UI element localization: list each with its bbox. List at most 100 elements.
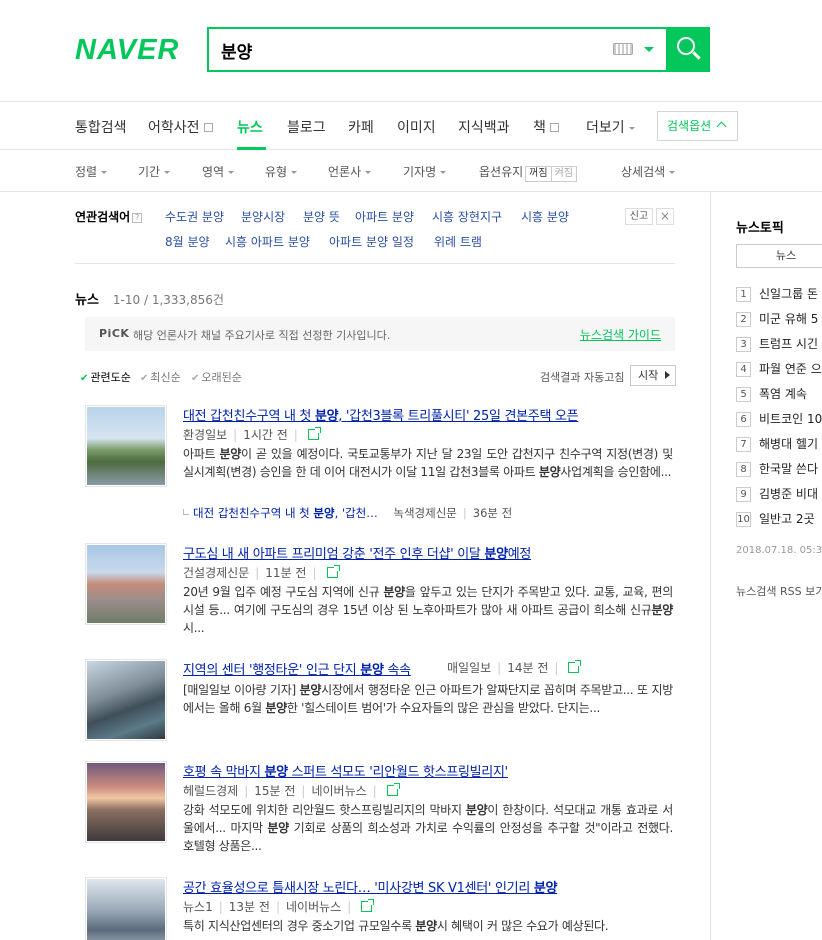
naver-logo[interactable]: NAVER xyxy=(75,34,179,67)
thumbnail-image xyxy=(87,545,165,623)
related-term[interactable]: 아파트 분양 xyxy=(355,208,414,225)
tab-cafe[interactable]: 카페 xyxy=(348,117,374,137)
toggle-on[interactable]: 켜짐 xyxy=(550,166,577,182)
related-term[interactable]: 8월 분양 xyxy=(165,233,210,250)
related-term[interactable]: 분양시장 xyxy=(241,208,285,225)
topic-label: 김병준 비대 xyxy=(759,487,819,501)
toggle-off[interactable]: 꺼짐 xyxy=(525,166,552,182)
news-topic-item[interactable]: 3 트럼프 시긴 xyxy=(736,335,818,352)
news-title-link[interactable]: 대전 갑천친수구역 내 첫 분양, '갑천3블록 트리풀시티' 25일 견본주택… xyxy=(183,405,579,424)
news-title-link[interactable]: 구도심 내 새 아파트 프리미엄 강춘 '전주 인후 더샵' 이달 분양예정 xyxy=(183,543,531,562)
news-portal[interactable]: 네이버뉴스 xyxy=(311,784,366,798)
related-term[interactable]: 시흥 분양 xyxy=(521,208,569,225)
news-topic-item[interactable]: 1 신일그룹 돈 xyxy=(736,285,818,302)
sort-oldest[interactable]: ✔ 오래된순 xyxy=(191,369,242,385)
news-topic-item[interactable]: 8 한국말 쓴다 xyxy=(736,460,818,477)
tab-image[interactable]: 이미지 xyxy=(397,117,436,137)
topic-label: 해병대 헬기 xyxy=(759,437,819,451)
news-thumbnail[interactable] xyxy=(85,761,167,843)
filter-type[interactable]: 유형 xyxy=(265,163,298,180)
pick-badge: PiCK xyxy=(99,327,130,340)
news-topic-item[interactable]: 7 해병대 헬기 xyxy=(736,435,818,452)
news-source[interactable]: 환경일보 xyxy=(183,428,227,442)
sort-row: ✔ 관련도순 ✔ 최신순 ✔ 오래된순 검색결과 자동고침 시작 xyxy=(80,365,676,389)
news-source[interactable]: 뉴스1 xyxy=(183,900,213,914)
filter-reporter[interactable]: 기자명 xyxy=(403,163,447,180)
news-topic-item[interactable]: 6 비트코인 10 xyxy=(736,410,822,427)
report-button[interactable]: 신고 xyxy=(625,208,653,225)
news-thumbnail[interactable] xyxy=(85,405,167,487)
topic-rank: 5 xyxy=(736,387,751,402)
news-title-link[interactable]: 지역의 센터 '행정타운' 인근 단지 분양 속속 xyxy=(183,659,425,678)
close-icon[interactable]: × xyxy=(656,208,674,225)
filter-detail-label: 상세검색 xyxy=(621,165,666,179)
open-link-icon[interactable] xyxy=(326,565,340,578)
open-link-icon[interactable] xyxy=(361,899,375,912)
search-box[interactable] xyxy=(207,27,666,72)
tab-book[interactable]: 책 xyxy=(533,117,559,137)
filter-area[interactable]: 영역 xyxy=(202,163,235,180)
related-source[interactable]: 녹색경제신문 xyxy=(393,506,456,520)
title-part: 구도심 내 새 아파트 프리미엄 강춘 '전주 인후 더샵' 이달 xyxy=(183,547,485,562)
news-topic-item[interactable]: 9 김병준 비대 xyxy=(736,485,818,502)
tab-dictionary[interactable]: 어학사전 xyxy=(148,117,213,137)
news-title-link[interactable]: 공간 효율성으로 틈새시장 노린다… '미사강변 SK V1센터' 인기리 분양 xyxy=(183,877,557,896)
help-icon[interactable]: ? xyxy=(132,213,143,223)
sort-relevance[interactable]: ✔ 관련도순 xyxy=(80,369,131,385)
related-term[interactable]: 위례 트램 xyxy=(434,233,482,250)
external-icon xyxy=(549,123,559,132)
search-button[interactable] xyxy=(666,27,710,72)
open-link-icon[interactable] xyxy=(568,660,582,673)
sort-latest[interactable]: ✔ 최신순 xyxy=(140,369,181,385)
news-source[interactable]: 매일일보 xyxy=(447,661,491,675)
filter-detail[interactable]: 상세검색 xyxy=(621,163,676,180)
filter-type-label: 유형 xyxy=(265,165,288,179)
news-heading: 뉴스 1-10 / 1,333,856건 xyxy=(75,289,224,308)
desc-text: 시 혜택이 커 많은 수요가 예상된다. xyxy=(436,919,609,933)
open-link-icon[interactable] xyxy=(307,427,321,440)
topic-rank: 10 xyxy=(736,512,751,527)
search-input[interactable] xyxy=(221,37,601,63)
auto-refresh-start-button[interactable]: 시작 xyxy=(630,365,676,386)
side-tab-news[interactable]: 뉴스 xyxy=(736,244,822,268)
external-icon xyxy=(203,123,213,132)
news-source[interactable]: 헤럴드경제 xyxy=(183,784,238,798)
tab-encyclopedia[interactable]: 지식백과 xyxy=(458,117,510,137)
news-topic-item[interactable]: 2 미군 유해 5 xyxy=(736,310,818,327)
filter-press[interactable]: 언론사 xyxy=(328,163,372,180)
filter-period[interactable]: 기간 xyxy=(138,163,171,180)
search-options-button[interactable]: 검색옵션 xyxy=(657,111,738,141)
chevron-down-icon[interactable] xyxy=(644,47,654,52)
tab-more[interactable]: 더보기 xyxy=(586,117,635,137)
title-part: 공간 효율성으로 틈새시장 노린다… '미사강변 SK V1센터' 인기리 xyxy=(183,881,534,896)
desc-keyword: 분양 xyxy=(299,683,322,697)
filter-sort[interactable]: 정렬 xyxy=(75,163,108,180)
news-title-link[interactable]: 호평 속 막바지 분양 스퍼트 석모도 '리안월드 핫스프링빌리지' xyxy=(183,761,508,780)
title-part: 대전 갑천친수구역 내 첫 xyxy=(183,409,315,424)
related-keyword: 분양 xyxy=(313,506,335,520)
news-portal[interactable]: 네이버뉴스 xyxy=(286,900,341,914)
news-topic-item[interactable]: 5 폭염 계속 xyxy=(736,385,807,402)
news-search-guide-link[interactable]: 뉴스검색 가이드 xyxy=(580,326,661,343)
related-term[interactable]: 수도권 분양 xyxy=(165,208,224,225)
keyboard-icon[interactable] xyxy=(613,43,633,55)
tab-news[interactable]: 뉴스 xyxy=(237,117,263,137)
separator: | xyxy=(255,566,260,580)
news-thumbnail[interactable] xyxy=(85,543,167,625)
related-term[interactable]: 아파트 분양 일정 xyxy=(329,233,414,250)
news-topic-item[interactable]: 10 일반고 2곳 xyxy=(736,510,815,527)
related-article-link[interactable]: 대전 갑천친수구역 내 첫 분양, '갑천… xyxy=(193,506,378,520)
news-source[interactable]: 건설경제신문 xyxy=(183,566,249,580)
tab-integrated[interactable]: 통합검색 xyxy=(75,117,127,137)
news-thumbnail[interactable] xyxy=(85,877,167,940)
news-thumbnail[interactable] xyxy=(85,659,167,741)
related-term[interactable]: 분양 뜻 xyxy=(303,208,340,225)
related-term[interactable]: 시흥 장현지구 xyxy=(432,208,502,225)
topic-rank: 1 xyxy=(736,287,751,302)
related-term[interactable]: 시흥 아파트 분양 xyxy=(225,233,310,250)
open-link-icon[interactable] xyxy=(386,783,400,796)
tab-blog[interactable]: 블로그 xyxy=(287,117,326,137)
rss-link[interactable]: 뉴스검색 RSS 보기 xyxy=(736,583,822,599)
news-topic-item[interactable]: 4 파월 연준 으 xyxy=(736,360,822,377)
desc-text: 한 '힐스테이트 범어'가 수요자들의 많은 관심을 받았다. 단지는... xyxy=(286,701,600,715)
